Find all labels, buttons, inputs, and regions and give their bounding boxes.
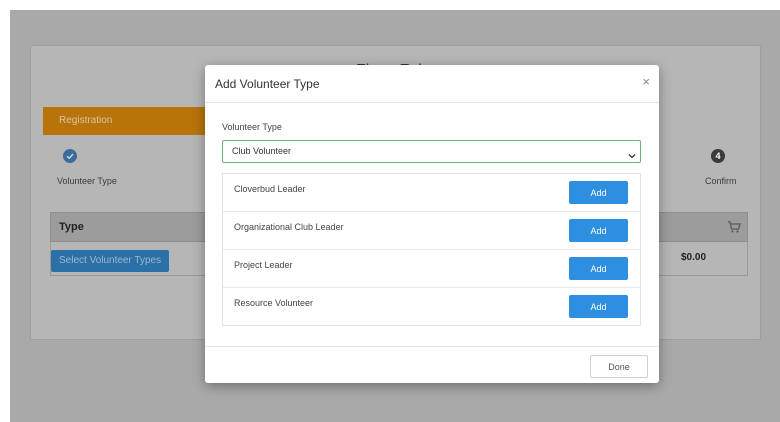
total-amount: $0.00	[681, 252, 707, 263]
cart-icon	[727, 220, 741, 234]
item-label: Organizational Club Leader	[234, 222, 344, 232]
item-label: Resource Volunteer	[234, 298, 314, 308]
list-item: Cloverbud Leader Add	[223, 174, 640, 212]
type-column-header: Type	[59, 221, 84, 233]
step-1-label: Volunteer Type	[57, 176, 117, 186]
list-item: Organizational Club Leader Add	[223, 212, 640, 250]
add-volunteer-type-modal: Add Volunteer Type × Volunteer Type Club…	[205, 65, 659, 383]
list-item: Resource Volunteer Add	[223, 288, 640, 326]
step-1-check-icon	[63, 149, 77, 163]
modal-title: Add Volunteer Type	[215, 77, 320, 91]
add-cloverbud-leader-button[interactable]: Add	[569, 181, 628, 204]
chevron-down-icon	[628, 147, 636, 159]
item-label: Project Leader	[234, 260, 293, 270]
done-button[interactable]: Done	[590, 355, 648, 378]
volunteer-type-select[interactable]: Club Volunteer	[222, 140, 641, 163]
add-resource-volunteer-button[interactable]: Add	[569, 295, 628, 318]
item-label: Cloverbud Leader	[234, 184, 306, 194]
select-value: Club Volunteer	[232, 146, 292, 156]
add-organizational-club-leader-button[interactable]: Add	[569, 219, 628, 242]
volunteer-type-list: Cloverbud Leader Add Organizational Club…	[222, 173, 641, 326]
volunteer-type-label: Volunteer Type	[222, 122, 282, 132]
step-4-number: 4	[711, 149, 725, 163]
select-volunteer-types-button[interactable]: Select Volunteer Types	[51, 250, 170, 272]
step-4-label: Confirm	[705, 176, 737, 186]
list-item: Project Leader Add	[223, 250, 640, 288]
modal-header: Add Volunteer Type ×	[205, 65, 659, 103]
modal-footer: Done	[205, 346, 659, 384]
add-project-leader-button[interactable]: Add	[569, 257, 628, 280]
close-icon[interactable]: ×	[642, 74, 650, 89]
